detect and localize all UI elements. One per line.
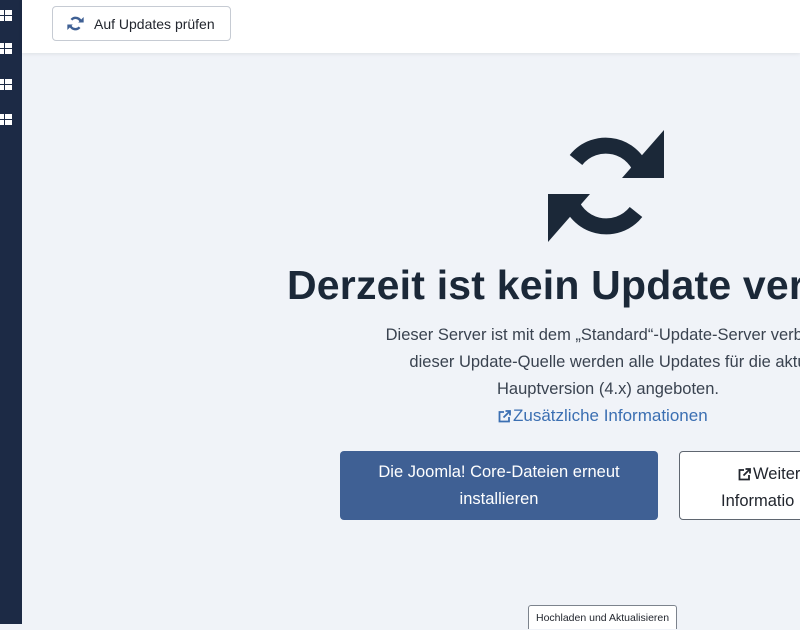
additional-info-link[interactable]: Zusätzliche Informationen <box>498 406 708 426</box>
grid-icon[interactable] <box>0 10 12 21</box>
more-info-label-line-1: Weiter <box>753 465 800 483</box>
more-info-label-line-2: Informatio <box>721 492 795 510</box>
sidebar <box>0 0 22 624</box>
additional-info-label: Zusätzliche Informationen <box>513 406 708 425</box>
grid-icon[interactable] <box>0 79 12 90</box>
reinstall-label-line-1: Die Joomla! Core-Dateien erneut <box>378 462 620 481</box>
check-updates-button[interactable]: Auf Updates prüfen <box>52 6 231 41</box>
sync-icon <box>548 130 664 242</box>
reinstall-label-line-2: installieren <box>459 489 539 508</box>
external-link-icon <box>498 409 511 422</box>
grid-icon[interactable] <box>0 43 12 54</box>
more-info-button[interactable]: Weiter Informatio <box>679 451 800 520</box>
description-line-3: Hauptversion (4.x) angeboten. <box>497 380 719 398</box>
grid-icon[interactable] <box>0 114 12 125</box>
page-heading: Derzeit ist kein Update verf <box>287 262 800 308</box>
external-link-icon <box>738 468 751 481</box>
description-line-2: dieser Update-Quelle werden alle Updates… <box>409 353 800 371</box>
toolbar: Auf Updates prüfen <box>22 0 800 53</box>
description-line-1: Dieser Server ist mit dem „Standard“-Upd… <box>385 326 800 344</box>
tab-upload-update[interactable]: Hochladen und Aktualisieren <box>528 605 678 629</box>
sync-icon <box>67 16 84 31</box>
check-updates-label: Auf Updates prüfen <box>94 15 215 32</box>
reinstall-core-files-button[interactable]: Die Joomla! Core-Dateien erneut installi… <box>340 451 658 520</box>
